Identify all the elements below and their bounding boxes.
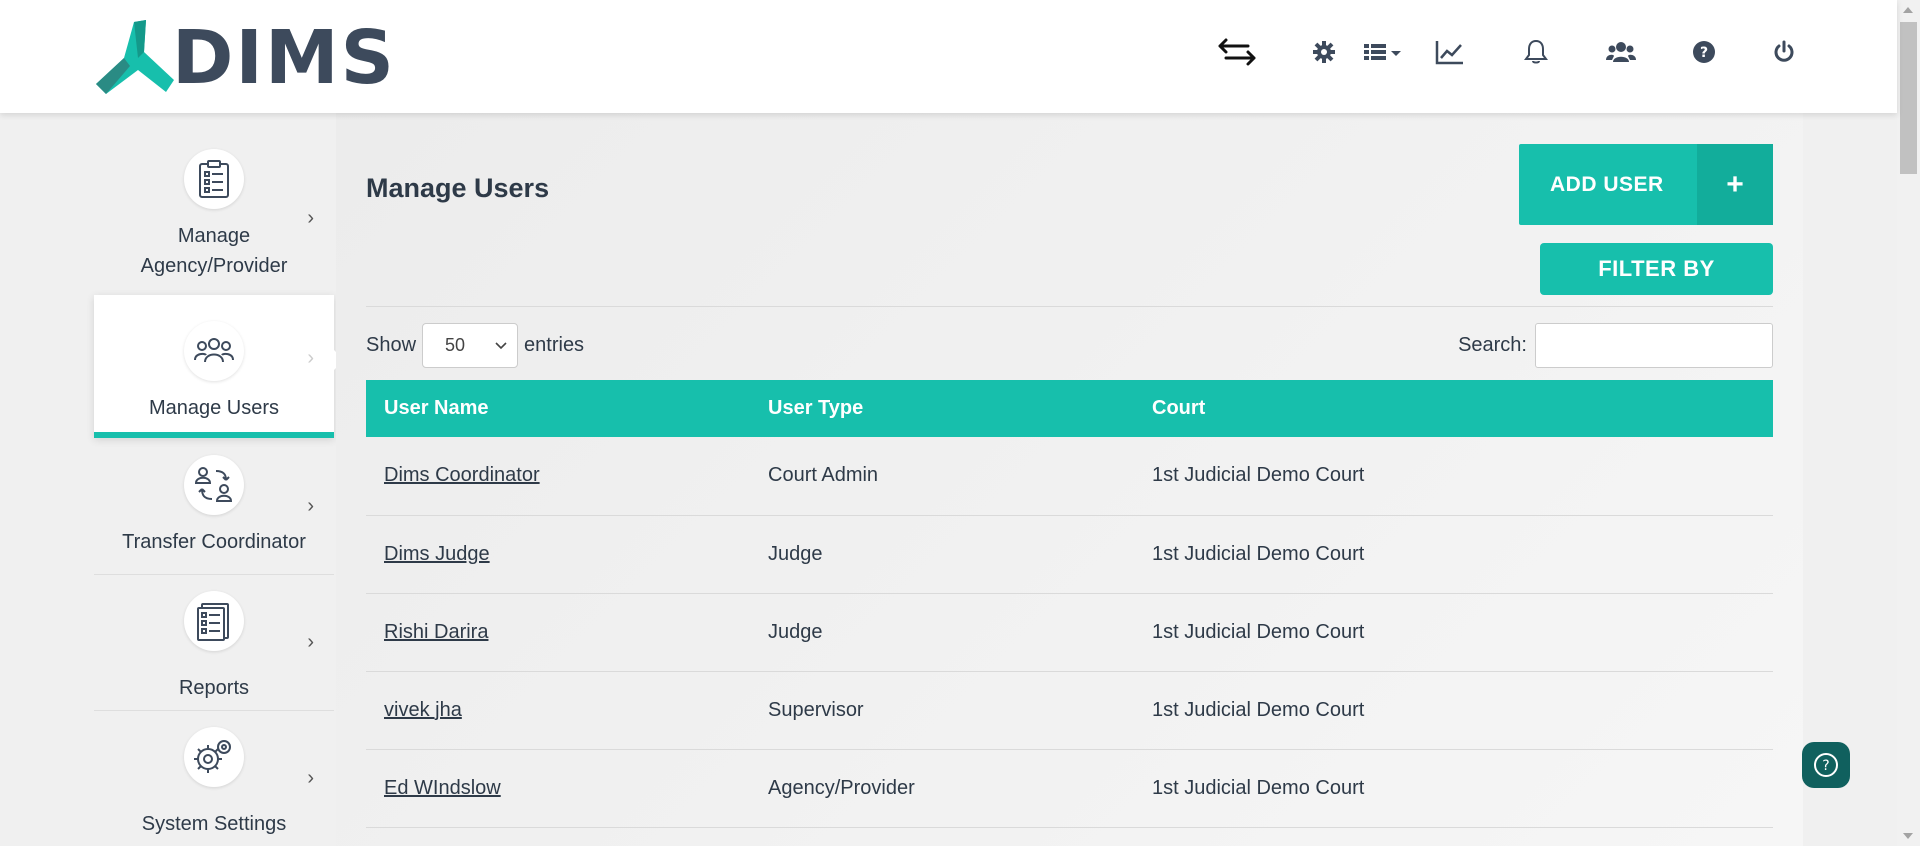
filter-by-button[interactable]: FILTER BY — [1540, 243, 1773, 295]
column-header-user-type[interactable]: User Type — [750, 380, 1134, 437]
chevron-right-icon: › — [307, 767, 314, 789]
user-type-cell: Judge — [768, 542, 823, 565]
sidebar-item-label: Manage Users — [148, 397, 280, 419]
scroll-thumb[interactable] — [1900, 22, 1917, 174]
user-name-cell: vivek jha — [366, 671, 750, 749]
table-search: Search: — [1458, 323, 1773, 368]
dims-logo[interactable]: DIMS — [94, 18, 396, 98]
user-name-cell: Ed WIndslow — [366, 749, 750, 827]
entries-select[interactable]: 50 — [422, 323, 519, 368]
bell-icon[interactable] — [1518, 34, 1554, 70]
scroll-up-arrow[interactable] — [1903, 7, 1913, 13]
add-user-label: ADD USER — [1550, 172, 1664, 196]
court-cell: 1st Judicial Demo Court — [1152, 542, 1365, 565]
divider — [366, 306, 1773, 307]
chevron-right-icon: › — [307, 495, 314, 517]
user-name-link[interactable]: Dims Coordinator — [384, 464, 540, 486]
sidebar-item-reports[interactable]: Reports › — [94, 591, 334, 711]
dims-logo-mark — [96, 20, 174, 94]
help-icon[interactable]: ? — [1686, 34, 1722, 70]
scroll-down-arrow[interactable] — [1903, 833, 1913, 839]
user-name-cell: Dims Judge — [366, 515, 750, 593]
svg-text:?: ? — [1822, 758, 1829, 774]
sidebar-item-system-settings[interactable]: System Settings › — [94, 727, 334, 846]
clipboard-list-icon — [184, 149, 244, 209]
user-type-cell: Supervisor — [768, 698, 864, 721]
report-checklist-icon — [184, 591, 244, 651]
sidebar-item-label: Transfer Coordinator — [122, 531, 306, 553]
user-name-link[interactable]: Rishi Darira — [384, 621, 488, 643]
entries-length-control: Show 50 entries — [366, 323, 584, 368]
sidebar-item-label: Reports — [178, 677, 250, 699]
users-table: User Name User Type Court Dims Coordinat… — [366, 380, 1773, 828]
page-scrollbar[interactable] — [1897, 0, 1920, 846]
help-chat-button[interactable]: ? — [1802, 742, 1850, 788]
chevron-right-icon: › — [307, 207, 314, 229]
sidebar-divider — [94, 574, 334, 575]
power-icon[interactable] — [1766, 34, 1802, 70]
sidebar: Manage Agency/Provider › Manage Users › … — [94, 113, 344, 846]
entries-select-value: 50 — [445, 335, 466, 355]
sidebar-item-transfer-coordinator[interactable]: Transfer Coordinator › — [94, 455, 334, 583]
chevron-down-icon — [495, 341, 507, 349]
column-header-user-name[interactable]: User Name — [366, 380, 750, 437]
plus-icon: + — [1697, 144, 1773, 225]
brand-name: DIMS — [172, 15, 396, 101]
main-content: Manage Users ADD USER + FILTER BY Show 5… — [336, 113, 1803, 846]
chevron-right-icon: › — [307, 631, 314, 653]
sidebar-item-manage-agency-provider[interactable]: Manage Agency/Provider › — [94, 149, 334, 289]
table-row: Dims Judge Judge 1st Judicial Demo Court — [366, 515, 1773, 593]
search-input[interactable] — [1535, 323, 1773, 368]
sidebar-item-label: System Settings — [141, 813, 287, 835]
table-row: Rishi Darira Judge 1st Judicial Demo Cou… — [366, 593, 1773, 671]
transfer-arrows-icon[interactable] — [1216, 34, 1258, 70]
user-name-link[interactable]: vivek jha — [384, 699, 462, 721]
search-label: Search: — [1458, 334, 1527, 356]
court-cell: 1st Judicial Demo Court — [1152, 464, 1365, 487]
entries-label: entries — [524, 334, 585, 356]
users-group-icon — [184, 321, 244, 381]
sidebar-item-label: Manage Agency/Provider — [140, 225, 288, 277]
user-type-cell: Judge — [768, 620, 823, 643]
page-title: Manage Users — [366, 173, 550, 203]
table-header-row: User Name User Type Court — [366, 380, 1773, 437]
user-type-cell: Agency/Provider — [768, 776, 915, 799]
chevron-right-icon: › — [307, 347, 314, 369]
table-row: vivek jha Supervisor 1st Judicial Demo C… — [366, 671, 1773, 749]
user-transfer-icon — [184, 455, 244, 515]
svg-text:?: ? — [1700, 45, 1708, 61]
court-cell: 1st Judicial Demo Court — [1152, 776, 1365, 799]
show-label: Show — [366, 334, 417, 356]
line-chart-icon[interactable] — [1432, 34, 1468, 70]
sidebar-item-manage-users[interactable]: Manage Users › — [94, 295, 344, 438]
users-icon[interactable] — [1603, 34, 1639, 70]
court-cell: 1st Judicial Demo Court — [1152, 620, 1365, 643]
court-cell: 1st Judicial Demo Court — [1152, 698, 1365, 721]
table-row: Ed WIndslow Agency/Provider 1st Judicial… — [366, 749, 1773, 827]
help-icon: ? — [1814, 753, 1838, 777]
user-name-cell: Rishi Darira — [366, 593, 750, 671]
user-type-cell: Court Admin — [768, 464, 879, 487]
user-name-cell: Dims Coordinator — [366, 437, 750, 515]
sidebar-divider — [94, 710, 334, 711]
list-dropdown-icon[interactable] — [1362, 34, 1406, 70]
add-user-button[interactable]: ADD USER + — [1519, 144, 1773, 225]
user-name-link[interactable]: Ed WIndslow — [384, 777, 501, 799]
top-header: DIMS ? — [0, 0, 1897, 113]
gears-icon — [184, 727, 244, 787]
column-header-court[interactable]: Court — [1134, 380, 1773, 437]
gear-icon[interactable] — [1306, 34, 1342, 70]
table-row: Dims Coordinator Court Admin 1st Judicia… — [366, 437, 1773, 515]
user-name-link[interactable]: Dims Judge — [384, 543, 490, 565]
